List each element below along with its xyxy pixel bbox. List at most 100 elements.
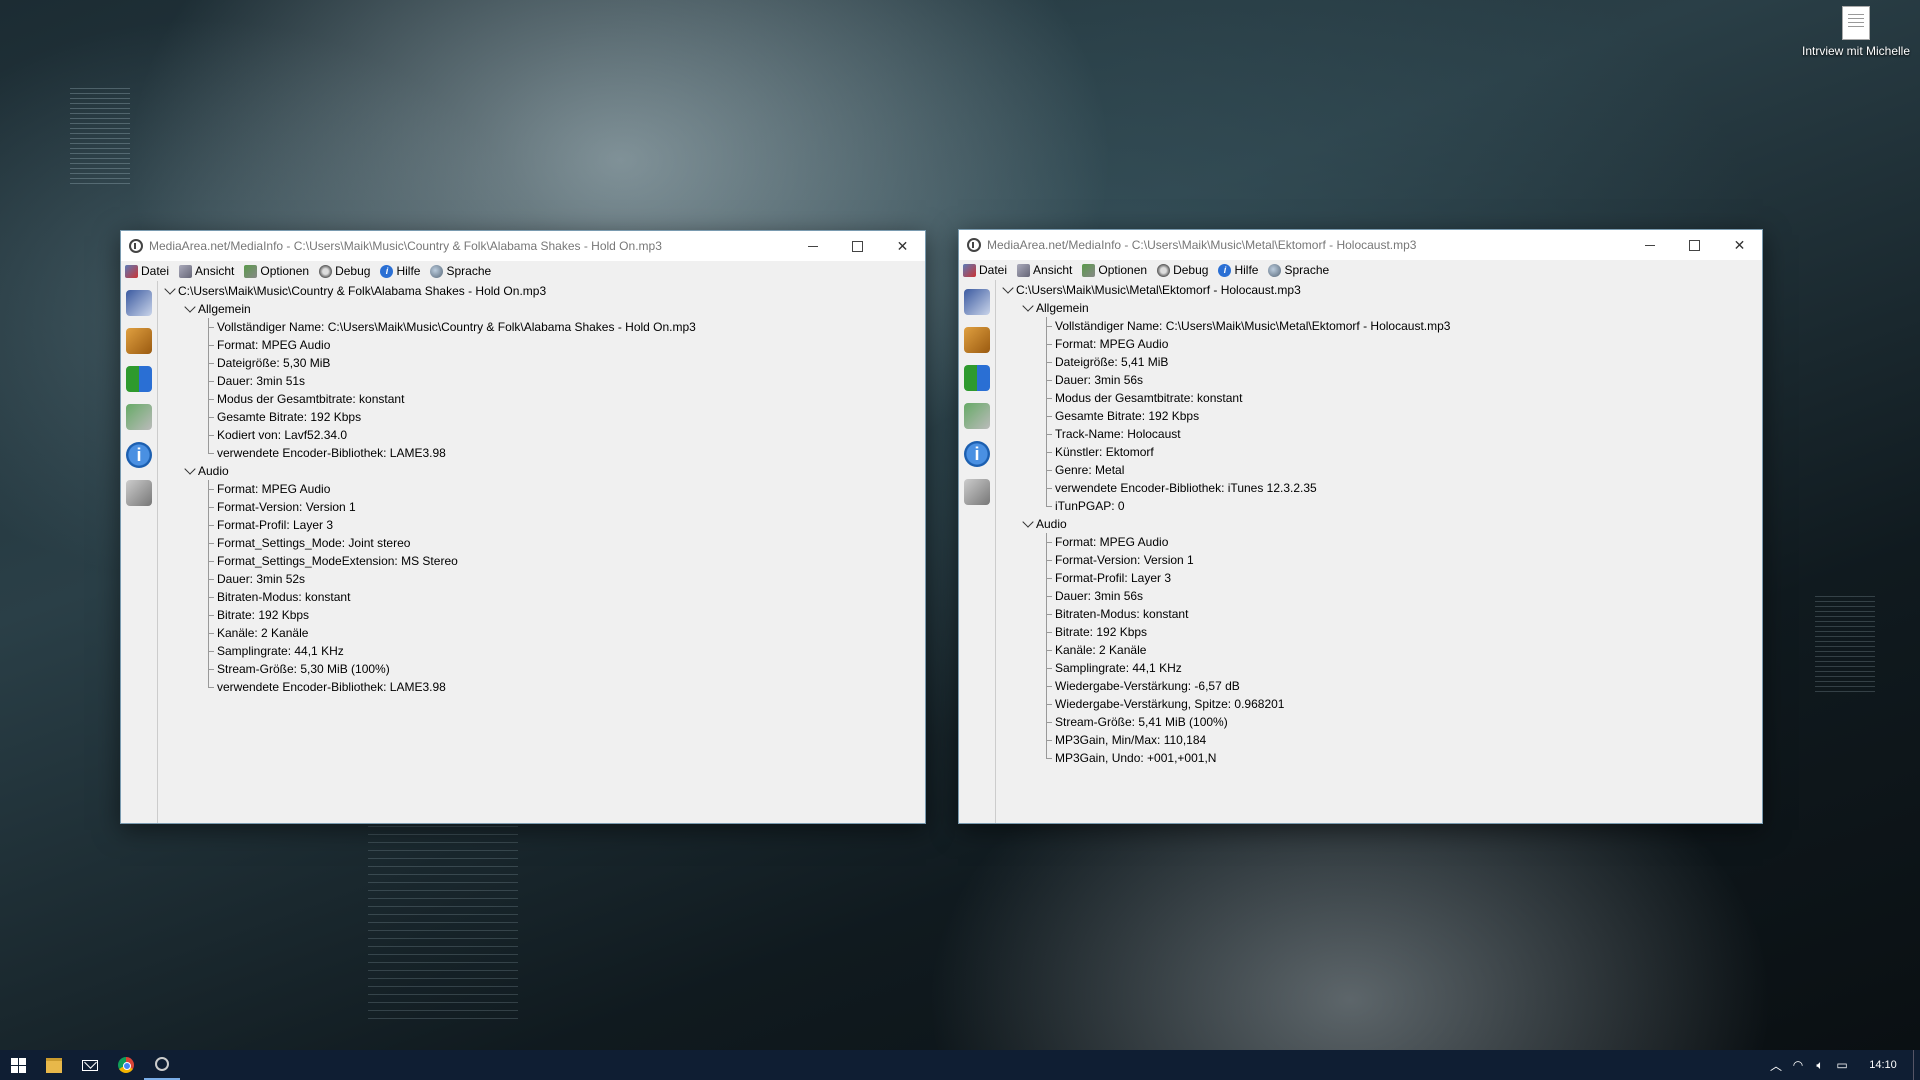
close-button[interactable]: ✕ xyxy=(880,231,925,261)
menu-optionen[interactable]: Optionen xyxy=(1082,263,1147,277)
tree-item: Dauer: 3min 56s xyxy=(996,587,1762,605)
tree-item: Stream-Größe: 5,41 MiB (100%) xyxy=(996,713,1762,731)
tree-item: Dauer: 3min 56s xyxy=(996,371,1762,389)
tree-node-label: Format: MPEG Audio xyxy=(217,482,331,496)
knowledge-base-button[interactable] xyxy=(124,477,154,509)
menu-sprache[interactable]: Sprache xyxy=(1268,263,1329,277)
export-button[interactable] xyxy=(962,362,992,394)
tree-item: Kodiert von: Lavf52.34.0 xyxy=(158,426,925,444)
tree-node-label: Format-Profil: Layer 3 xyxy=(1055,571,1172,585)
tree-node-label: Dauer: 3min 56s xyxy=(1055,589,1144,603)
debug-menu-icon xyxy=(1157,263,1171,277)
tree-item: Gesamte Bitrate: 192 Kbps xyxy=(158,408,925,426)
tree-node-label: Audio xyxy=(1036,517,1067,531)
tree-item: Format_Settings_Mode: Joint stereo xyxy=(158,534,925,552)
chevron-down-icon[interactable] xyxy=(164,283,176,295)
tree-root-file[interactable]: C:\Users\Maik\Music\Metal\Ektomorf - Hol… xyxy=(996,281,1762,299)
language-menu-icon xyxy=(430,264,444,278)
menu-bar: Datei Ansicht Optionen Debug i Hilfe Spra… xyxy=(121,261,925,281)
open-folder-icon xyxy=(126,328,152,354)
clock[interactable]: 14:10 xyxy=(1853,1059,1913,1071)
taskbar-mail[interactable] xyxy=(72,1050,108,1080)
open-folder-button[interactable] xyxy=(962,324,992,356)
tree-node-label: Audio xyxy=(198,464,229,478)
minimize-button[interactable] xyxy=(1627,230,1672,260)
desktop-file-shortcut[interactable]: Intrview mit Michelle xyxy=(1796,6,1916,58)
open-folder-button[interactable] xyxy=(124,325,154,357)
language-menu-icon xyxy=(1268,263,1282,277)
mail-icon xyxy=(82,1059,98,1071)
start-button[interactable] xyxy=(0,1050,36,1080)
tree-node-label: Track-Name: Holocaust xyxy=(1055,427,1181,441)
chevron-up-icon[interactable]: ︿ xyxy=(1765,1057,1787,1074)
minimize-button[interactable] xyxy=(790,231,835,261)
menu-ansicht[interactable]: Ansicht xyxy=(179,264,234,278)
notifications-icon[interactable]: ▭ xyxy=(1831,1058,1853,1072)
about-button[interactable]: i xyxy=(124,439,154,471)
tree-node-label: Dauer: 3min 56s xyxy=(1055,373,1144,387)
tree-node-label: Bitrate: 192 Kbps xyxy=(1055,625,1148,639)
menu-sprache[interactable]: Sprache xyxy=(430,264,491,278)
tree-item: Kanäle: 2 Kanäle xyxy=(996,641,1762,659)
preferences-button[interactable] xyxy=(124,401,154,433)
chevron-down-icon[interactable] xyxy=(184,301,196,313)
open-file-button[interactable] xyxy=(962,286,992,318)
maximize-button[interactable] xyxy=(835,231,880,261)
view-menu-icon xyxy=(179,264,193,278)
menu-debug[interactable]: Debug xyxy=(319,264,370,278)
taskbar-chrome[interactable] xyxy=(108,1050,144,1080)
menu-datei[interactable]: Datei xyxy=(125,264,169,278)
tree-guide-line xyxy=(208,318,209,453)
tree-node-label: Stream-Größe: 5,30 MiB (100%) xyxy=(217,662,390,676)
tree-section-audio[interactable]: Audio xyxy=(996,515,1762,533)
tree-item: Stream-Größe: 5,30 MiB (100%) xyxy=(158,660,925,678)
tree-item: Track-Name: Holocaust xyxy=(996,425,1762,443)
tree-node-label: MP3Gain, Undo: +001,+001,N xyxy=(1055,751,1217,765)
menu-optionen[interactable]: Optionen xyxy=(244,264,309,278)
menu-ansicht[interactable]: Ansicht xyxy=(1017,263,1072,277)
tree-node-label: Vollständiger Name: C:\Users\Maik\Music\… xyxy=(1055,319,1451,333)
menu-debug[interactable]: Debug xyxy=(1157,263,1208,277)
tree-item: verwendete Encoder-Bibliothek: LAME3.98 xyxy=(158,678,925,696)
tree-item: Format-Profil: Layer 3 xyxy=(158,516,925,534)
wifi-icon[interactable]: ◠ xyxy=(1787,1058,1809,1072)
chevron-down-icon[interactable] xyxy=(184,463,196,475)
tree-node-label: C:\Users\Maik\Music\Metal\Ektomorf - Hol… xyxy=(1016,283,1301,297)
show-desktop-button[interactable] xyxy=(1913,1050,1920,1080)
tree-guide-line xyxy=(1046,317,1047,506)
documents-icon xyxy=(126,480,152,506)
knowledge-base-button[interactable] xyxy=(962,476,992,508)
tree-node-label: Genre: Metal xyxy=(1055,463,1125,477)
preferences-button[interactable] xyxy=(962,400,992,432)
chevron-down-icon[interactable] xyxy=(1022,300,1034,312)
chevron-down-icon[interactable] xyxy=(1022,516,1034,528)
tree-node-label: MP3Gain, Min/Max: 110,184 xyxy=(1055,733,1207,747)
title-bar[interactable]: MediaArea.net/MediaInfo - C:\Users\Maik\… xyxy=(121,231,925,261)
chevron-down-icon[interactable] xyxy=(1002,282,1014,294)
open-file-button[interactable] xyxy=(124,287,154,319)
tree-item: Dauer: 3min 51s xyxy=(158,372,925,390)
mediainfo-app-icon xyxy=(129,239,143,253)
menu-hilfe[interactable]: i Hilfe xyxy=(1218,263,1258,277)
export-button[interactable] xyxy=(124,363,154,395)
tree-guide-line xyxy=(1046,533,1047,758)
tree-node-label: iTunPGAP: 0 xyxy=(1055,499,1125,513)
about-button[interactable]: i xyxy=(962,438,992,470)
tree-root-file[interactable]: C:\Users\Maik\Music\Country & Folk\Alaba… xyxy=(158,282,925,300)
toolbar-sidebar: i xyxy=(959,280,996,823)
maximize-button[interactable] xyxy=(1672,230,1717,260)
close-button[interactable]: ✕ xyxy=(1717,230,1762,260)
tree-item: Dateigröße: 5,30 MiB xyxy=(158,354,925,372)
tree-section-audio[interactable]: Audio xyxy=(158,462,925,480)
tree-section-allgemein[interactable]: Allgemein xyxy=(158,300,925,318)
tree-node-label: verwendete Encoder-Bibliothek: LAME3.98 xyxy=(217,680,446,694)
menu-hilfe[interactable]: i Hilfe xyxy=(380,264,420,278)
tree-node-label: Samplingrate: 44,1 KHz xyxy=(1055,661,1182,675)
menu-datei[interactable]: Datei xyxy=(963,263,1007,277)
tree-section-allgemein[interactable]: Allgemein xyxy=(996,299,1762,317)
taskbar-explorer[interactable] xyxy=(36,1050,72,1080)
title-bar[interactable]: MediaArea.net/MediaInfo - C:\Users\Maik\… xyxy=(959,230,1762,260)
info-icon: i xyxy=(964,441,990,467)
volume-icon[interactable]: 🔈︎ xyxy=(1809,1058,1831,1073)
taskbar-mediainfo[interactable] xyxy=(144,1050,180,1080)
